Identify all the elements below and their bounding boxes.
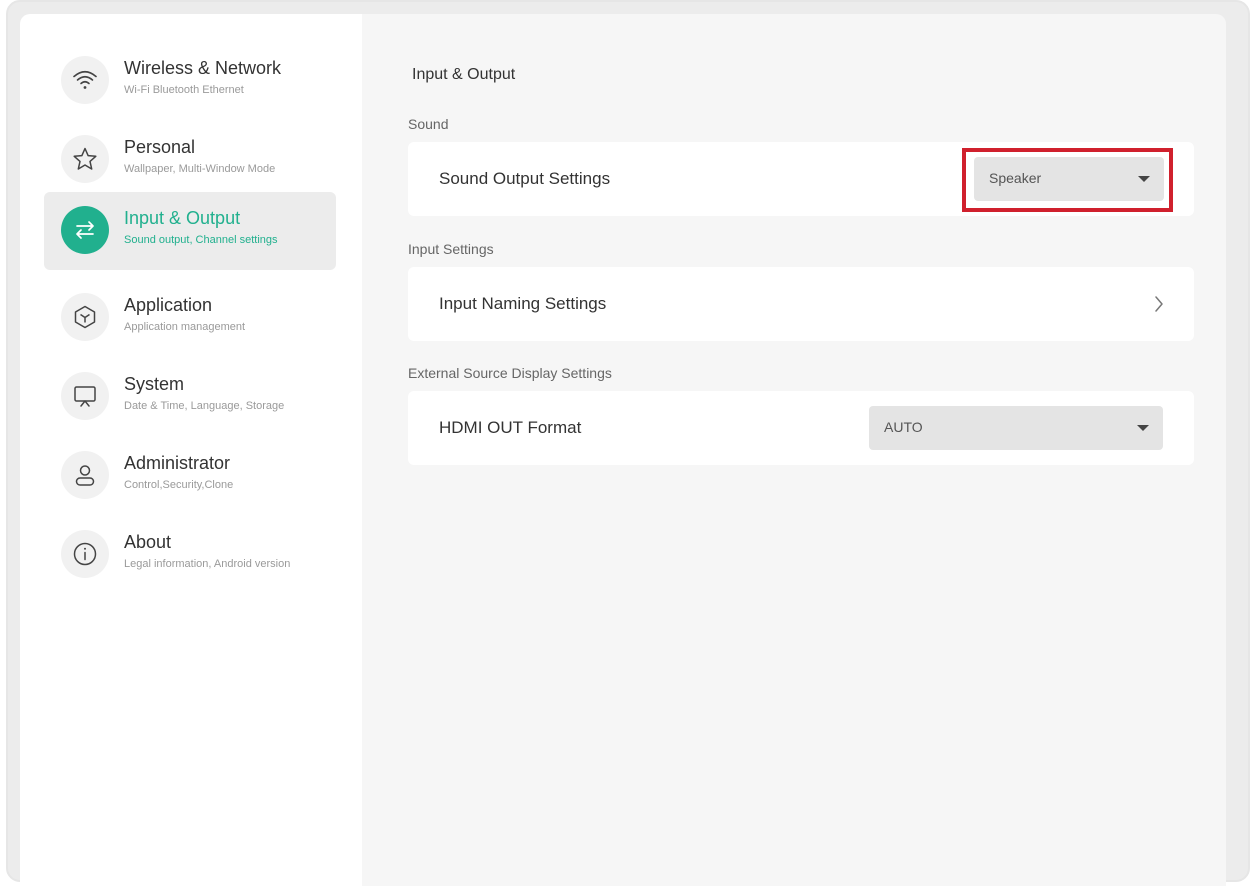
- monitor-icon: [61, 372, 109, 420]
- sidebar-item-subtitle: Control,Security,Clone: [124, 479, 234, 491]
- star-icon: [61, 135, 109, 183]
- input-naming-settings-label: Input Naming Settings: [439, 294, 607, 313]
- hdmi-out-format-row: HDMI OUT Format AUTO: [408, 391, 1194, 465]
- hdmi-out-format-label: HDMI OUT Format: [439, 418, 582, 437]
- sound-output-settings-label: Sound Output Settings: [439, 169, 611, 188]
- section-label-external-source: External Source Display Settings: [408, 365, 612, 381]
- sidebar: Wireless & Network Wi-Fi Bluetooth Ether…: [20, 14, 362, 886]
- person-icon: [61, 451, 109, 499]
- chevron-right-icon: [1155, 296, 1163, 312]
- sidebar-item-subtitle: Date & Time, Language, Storage: [124, 400, 285, 412]
- hdmi-out-format-select[interactable]: AUTO: [869, 406, 1163, 450]
- sidebar-item-subtitle: Application management: [124, 321, 246, 333]
- sidebar-item-title: Wireless & Network: [124, 58, 282, 78]
- sidebar-item-subtitle: Wallpaper, Multi-Window Mode: [124, 163, 276, 175]
- sidebar-item-input-output[interactable]: Input & Output Sound output, Channel set…: [44, 192, 336, 270]
- page-title: Input & Output: [412, 66, 516, 83]
- sidebar-item-system[interactable]: System Date & Time, Language, Storage: [44, 358, 336, 436]
- main-panel: Input & Output Sound Sound Output Settin…: [362, 14, 1226, 886]
- sidebar-item-title: About: [124, 532, 172, 552]
- input-naming-settings-row[interactable]: Input Naming Settings: [408, 267, 1194, 341]
- section-label-input-settings: Input Settings: [408, 241, 494, 257]
- sidebar-item-title: Personal: [124, 137, 196, 157]
- sidebar-item-application[interactable]: Application Application management: [44, 279, 336, 357]
- highlight-box: [962, 148, 1173, 212]
- sidebar-item-title: Input & Output: [124, 208, 241, 228]
- sidebar-item-wireless-network[interactable]: Wireless & Network Wi-Fi Bluetooth Ether…: [44, 42, 336, 120]
- section-label-sound: Sound: [408, 116, 449, 132]
- sidebar-item-administrator[interactable]: Administrator Control,Security,Clone: [44, 437, 336, 515]
- sidebar-item-title: System: [124, 374, 185, 394]
- sidebar-item-subtitle: Wi-Fi Bluetooth Ethernet: [124, 84, 244, 96]
- dropdown-caret-icon: [1137, 425, 1149, 431]
- wifi-icon: [61, 56, 109, 104]
- hdmi-out-format-select-value: AUTO: [884, 419, 923, 435]
- info-icon: [61, 530, 109, 578]
- sidebar-item-title: Administrator: [124, 453, 231, 473]
- cube-icon: [61, 293, 109, 341]
- sidebar-item-subtitle: Legal information, Android version: [124, 558, 291, 570]
- swap-arrows-icon: [61, 206, 109, 254]
- sidebar-item-title: Application: [124, 295, 213, 315]
- sidebar-item-subtitle: Sound output, Channel settings: [124, 234, 278, 246]
- sidebar-item-personal[interactable]: Personal Wallpaper, Multi-Window Mode: [44, 121, 336, 199]
- sidebar-item-about[interactable]: About Legal information, Android version: [44, 516, 336, 594]
